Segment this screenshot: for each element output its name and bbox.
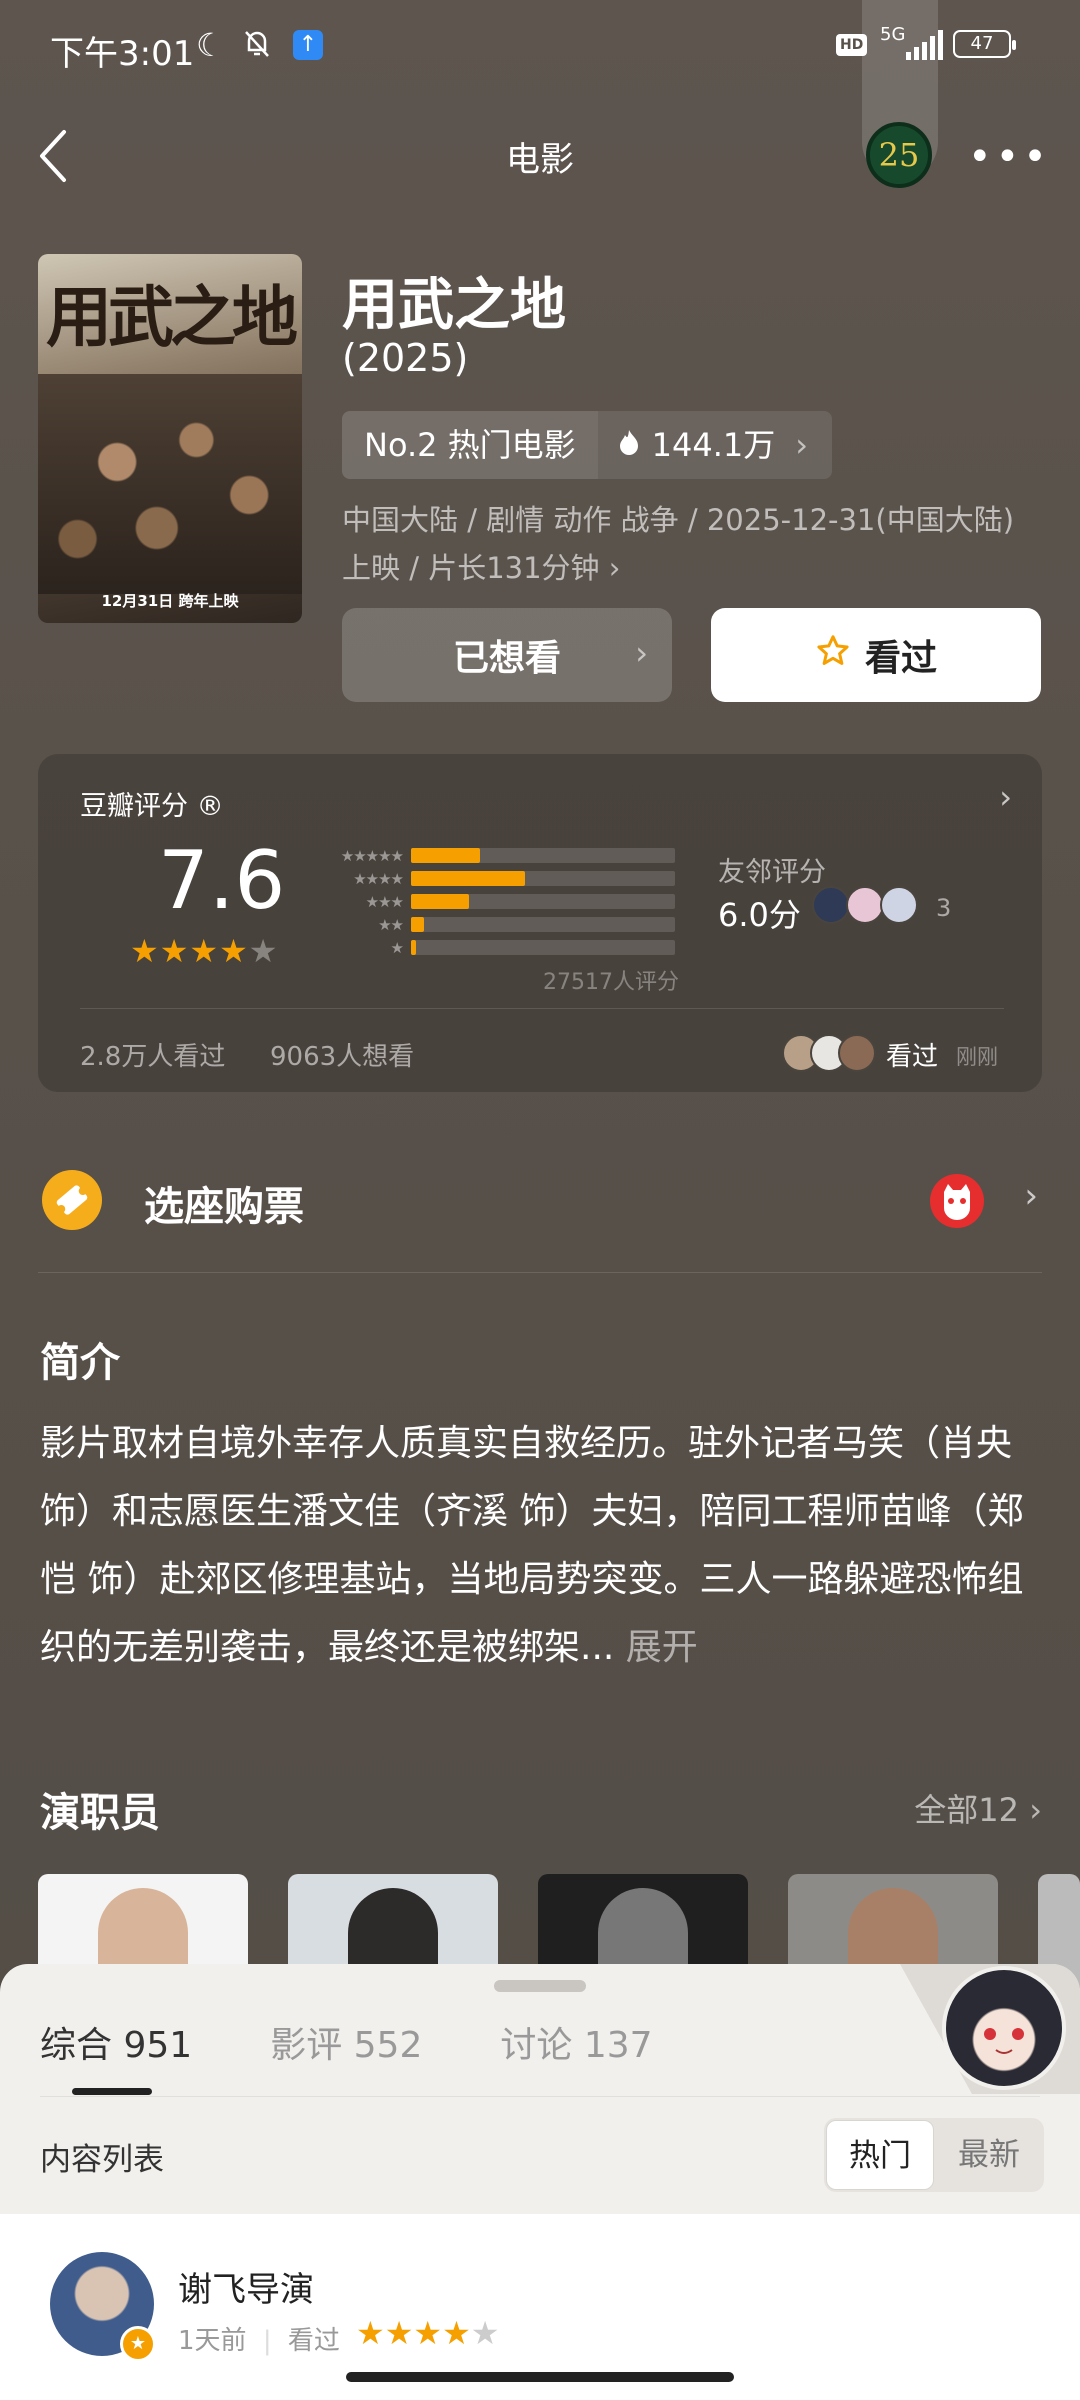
- movie-poster[interactable]: 用武之地 12月31日 跨年上映: [38, 254, 302, 623]
- battery-icon: 47: [953, 30, 1016, 58]
- heat-box: 144.1万 ›: [597, 411, 833, 479]
- fire-icon: [618, 411, 640, 479]
- friends-seen-time: 刚刚: [956, 1045, 998, 1069]
- movie-title: 用武之地: [342, 273, 566, 338]
- content-list-label: 内容列表: [40, 2142, 164, 2178]
- post-status: 看过: [287, 2326, 340, 2356]
- home-indicator[interactable]: [346, 2372, 734, 2382]
- ticket-icon: [42, 1170, 102, 1230]
- rating-dist-row: ★★★★: [308, 867, 675, 890]
- synopsis-text[interactable]: 影片取材自境外幸存人质真实自救经历。驻外记者马笑（肖央 饰）和志愿医生潘文佳（齐…: [40, 1410, 1044, 1682]
- rating-score: 7.6: [158, 834, 286, 927]
- rating-dist-fill: [411, 894, 470, 909]
- rating-dist-fill: [411, 940, 417, 955]
- divider: [38, 1272, 1042, 1273]
- rating-dist-fill: [411, 871, 525, 886]
- rating-dist-fill: [411, 917, 425, 932]
- nav-bar: 电影 25 •••: [0, 110, 1080, 200]
- rank-label: No.2 热门电影: [342, 411, 598, 479]
- expand-link[interactable]: 展开: [626, 1627, 698, 1668]
- sort-hot-button[interactable]: 热门: [826, 2120, 934, 2190]
- tab-discussions[interactable]: 讨论 137: [500, 2016, 652, 2068]
- rating-distribution: ★★★★★ ★★★★ ★★★ ★★ ★: [308, 844, 675, 959]
- rating-dist-track: [411, 848, 675, 863]
- verified-badge-icon: ★: [120, 2326, 156, 2362]
- post-rating-stars: ★★★★★: [356, 2314, 500, 2352]
- avatar: [880, 886, 918, 924]
- rating-dist-stars: ★★★: [365, 892, 404, 911]
- cast-title: 演职员: [40, 1790, 160, 1836]
- tab-reviews[interactable]: 影评 552: [270, 2016, 422, 2068]
- more-icon[interactable]: •••: [968, 134, 1051, 180]
- anniversary-badge[interactable]: 25: [866, 122, 932, 188]
- ticket-row[interactable]: 选座购票 ›: [38, 1160, 1042, 1240]
- rating-label: 豆瓣评分 ®: [80, 791, 224, 822]
- chevron-right-icon: ›: [635, 634, 648, 672]
- synopsis-title: 简介: [40, 1340, 120, 1386]
- want-to-watch-button[interactable]: 已想看 ›: [342, 608, 672, 702]
- synopsis-body: 影片取材自境外幸存人质真实自救经历。驻外记者马笑（肖央 饰）和志愿医生潘文佳（齐…: [40, 1423, 1024, 1668]
- neighbor-rating-label: 友邻评分: [718, 857, 826, 888]
- rating-dist-row: ★: [308, 936, 675, 959]
- comment-tabs: 综合 951 影评 552 讨论 137: [40, 2016, 653, 2068]
- rating-stars: ★★★★★: [130, 932, 279, 970]
- mute-bell-icon: [240, 26, 274, 68]
- rating-dist-row: ★★: [308, 913, 675, 936]
- rating-card[interactable]: 豆瓣评分 ® › 7.6 ★★★★★ ★★★★★ ★★★★ ★★★ ★★ ★ 27517…: [38, 754, 1042, 1092]
- rating-dist-stars: ★★: [378, 915, 404, 934]
- rating-dist-row: ★★★: [308, 890, 675, 913]
- sort-new-button[interactable]: 最新: [936, 2120, 1042, 2190]
- divider: [80, 1008, 1004, 1009]
- divider: [40, 2096, 1040, 2097]
- rating-dist-track: [411, 917, 675, 932]
- status-time: 下午3:01: [50, 34, 195, 74]
- author-name[interactable]: 谢飞导演: [178, 2262, 314, 2311]
- heat-value: 144.1万: [651, 426, 776, 464]
- rating-dist-stars: ★: [390, 938, 404, 957]
- wish-count: 9063人想看: [270, 1042, 415, 1072]
- avatar: [846, 886, 884, 924]
- post-meta: 1天前 | 看过: [178, 2326, 340, 2356]
- rating-dist-track: [411, 894, 675, 909]
- moon-icon: ☾: [196, 26, 225, 64]
- chevron-right-icon: ›: [795, 426, 809, 464]
- rating-dist-fill: [411, 848, 480, 863]
- seen-button[interactable]: 看过: [711, 608, 1041, 702]
- cast-all-link[interactable]: 全部12 ›: [914, 1785, 1042, 1831]
- post-time: 1天前: [178, 2326, 247, 2356]
- mascot-avatar[interactable]: [942, 1966, 1066, 2090]
- rating-dist-stars: ★★★★★: [340, 846, 404, 865]
- tab-indicator: [72, 2088, 152, 2095]
- rating-dist-stars: ★★★★: [353, 869, 404, 888]
- chevron-right-icon: ›: [999, 778, 1012, 816]
- ticket-label: 选座购票: [144, 1184, 304, 1230]
- want-label: 已想看: [452, 638, 561, 679]
- rating-count: 27517人评分: [543, 970, 679, 995]
- seen-label: 看过: [864, 638, 937, 679]
- poster-date: 12月31日 跨年上映: [101, 592, 239, 610]
- poster-image: [38, 374, 302, 594]
- avatar: [812, 886, 850, 924]
- rank-box[interactable]: No.2 热门电影 144.1万 ›: [342, 411, 833, 479]
- seen-count: 2.8万人看过: [80, 1042, 226, 1072]
- movie-meta[interactable]: 中国大陆 / 剧情 动作 战争 / 2025-12-31(中国大陆)上映 / 片…: [342, 496, 1042, 592]
- neighbor-rating-score: 6.0分: [718, 896, 801, 934]
- sort-toggle: 热门 最新: [824, 2118, 1044, 2192]
- poster-title: 用武之地: [46, 279, 298, 356]
- rating-dist-track: [411, 871, 675, 886]
- rating-dist-row: ★★★★★: [308, 844, 675, 867]
- tab-overall[interactable]: 综合 951: [40, 2016, 192, 2068]
- movie-year: (2025): [342, 336, 469, 380]
- star-outline-icon: [815, 633, 851, 678]
- rating-dist-track: [411, 940, 675, 955]
- upload-icon: ↑: [293, 30, 323, 60]
- drag-handle[interactable]: [494, 1980, 586, 1992]
- avatar: [838, 1034, 876, 1072]
- maoyan-cat-icon: [930, 1174, 984, 1228]
- neighbor-count: 3: [936, 894, 952, 922]
- friends-seen-label: 看过: [886, 1042, 939, 1072]
- chevron-right-icon: ›: [1024, 1176, 1038, 1216]
